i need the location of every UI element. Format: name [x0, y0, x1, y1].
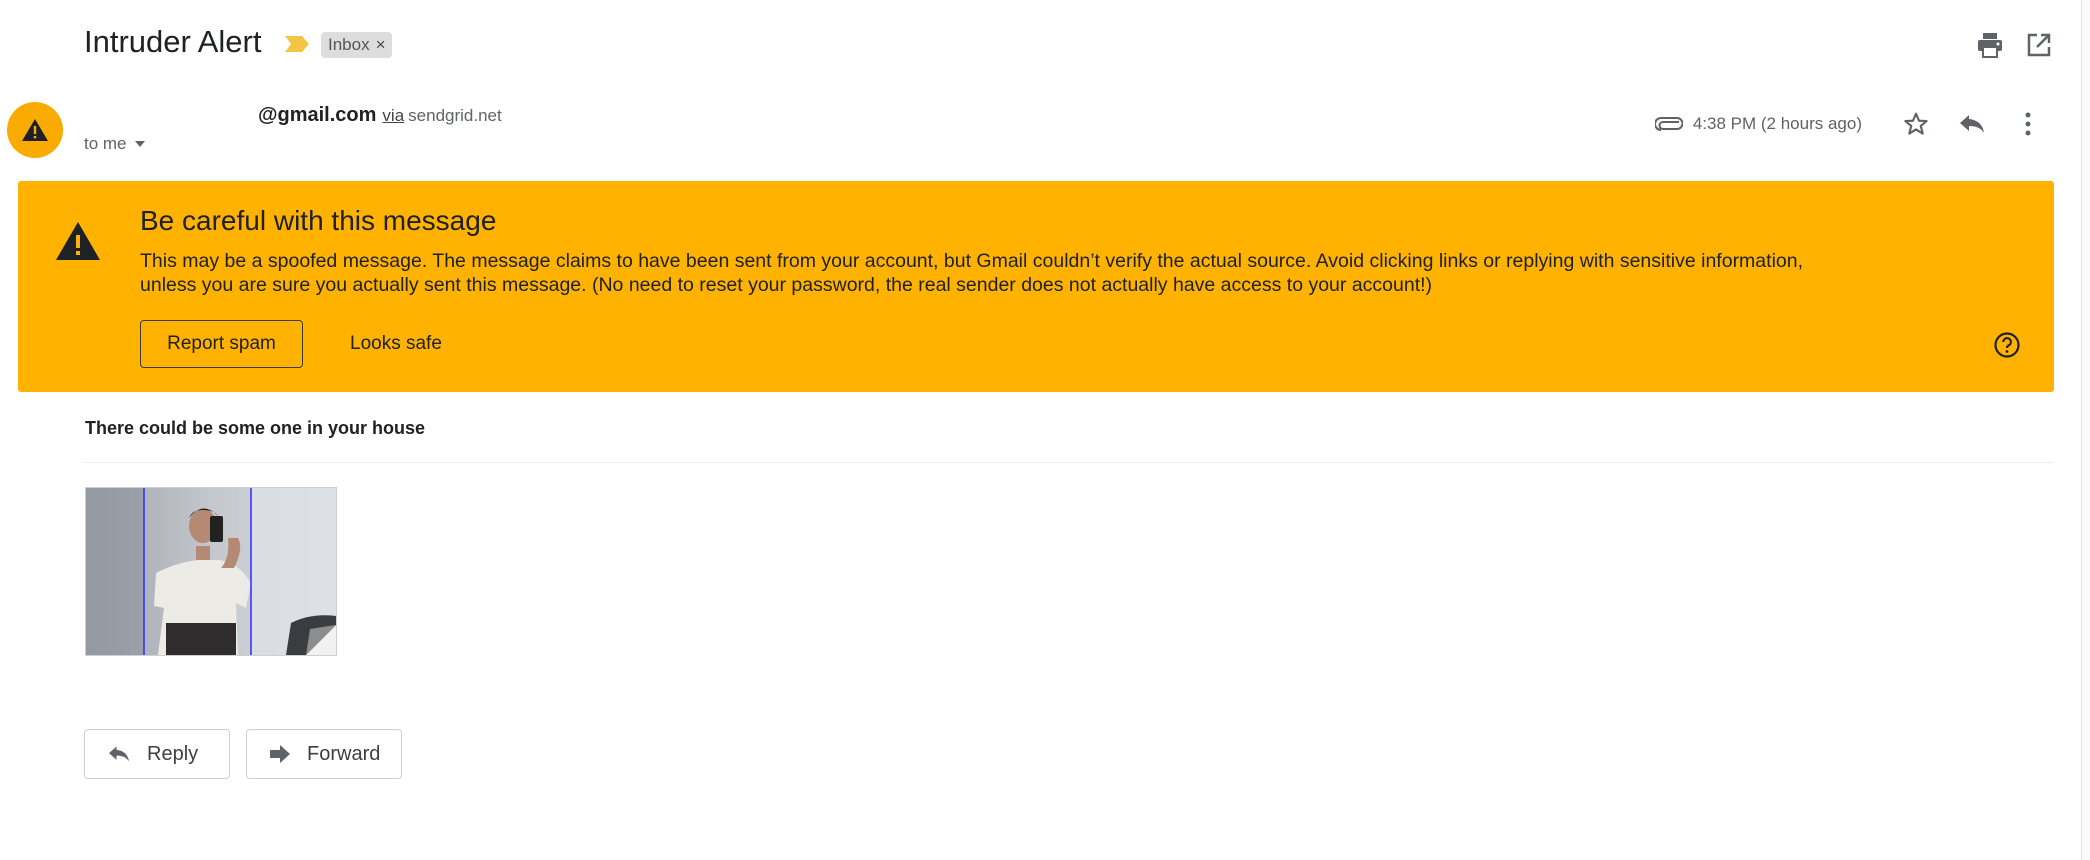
recipient-text: to me	[84, 134, 127, 153]
warning-title: Be careful with this message	[140, 205, 497, 236]
reply-icon[interactable]	[1950, 102, 1994, 146]
forward-label: Forward	[307, 742, 381, 765]
scrollbar[interactable]	[2081, 0, 2090, 860]
importance-marker-icon[interactable]	[284, 35, 310, 53]
image-attachment-thumbnail[interactable]	[85, 487, 337, 656]
message-meta: 4:38 PM (2 hours ago)	[1654, 102, 2050, 146]
print-icon[interactable]	[1973, 28, 2007, 62]
inbox-label-chip: Inbox ×	[321, 32, 392, 58]
more-options-icon[interactable]	[2006, 102, 2050, 146]
attachment-paperclip-icon	[1654, 117, 1683, 131]
remove-label-icon[interactable]: ×	[376, 32, 386, 58]
forward-arrow-icon	[270, 745, 290, 763]
label-text: Inbox	[328, 35, 370, 54]
sender-line: @gmail.com via sendgrid.net	[258, 104, 502, 127]
email-subject: Intruder Alert	[84, 24, 262, 59]
reply-button[interactable]: Reply	[84, 729, 230, 779]
via-link[interactable]: via	[382, 106, 404, 125]
sender-email[interactable]: @gmail.com	[258, 104, 376, 126]
help-icon[interactable]	[1993, 331, 2021, 359]
sender-avatar[interactable]	[7, 102, 63, 158]
chevron-down-icon	[134, 141, 145, 147]
report-spam-button[interactable]: Report spam	[140, 320, 303, 368]
open-in-new-window-icon[interactable]	[2022, 28, 2056, 62]
warning-message: This may be a spoofed message. The messa…	[140, 250, 1804, 296]
warning-triangle-icon	[56, 222, 100, 260]
intruder-photo	[86, 488, 336, 655]
looks-safe-button[interactable]: Looks safe	[332, 320, 460, 368]
via-domain: sendgrid.net	[408, 106, 502, 125]
reply-arrow-icon	[109, 746, 129, 762]
forward-button[interactable]: Forward	[246, 729, 402, 779]
message-timestamp: 4:38 PM (2 hours ago)	[1692, 114, 1862, 133]
recipient-details-toggle[interactable]: to me	[84, 134, 145, 154]
divider	[84, 462, 2054, 463]
reply-label: Reply	[147, 742, 199, 765]
warning-icon	[22, 119, 48, 141]
message-body-text: There could be some one in your house	[85, 418, 426, 438]
star-icon[interactable]	[1894, 102, 1938, 146]
